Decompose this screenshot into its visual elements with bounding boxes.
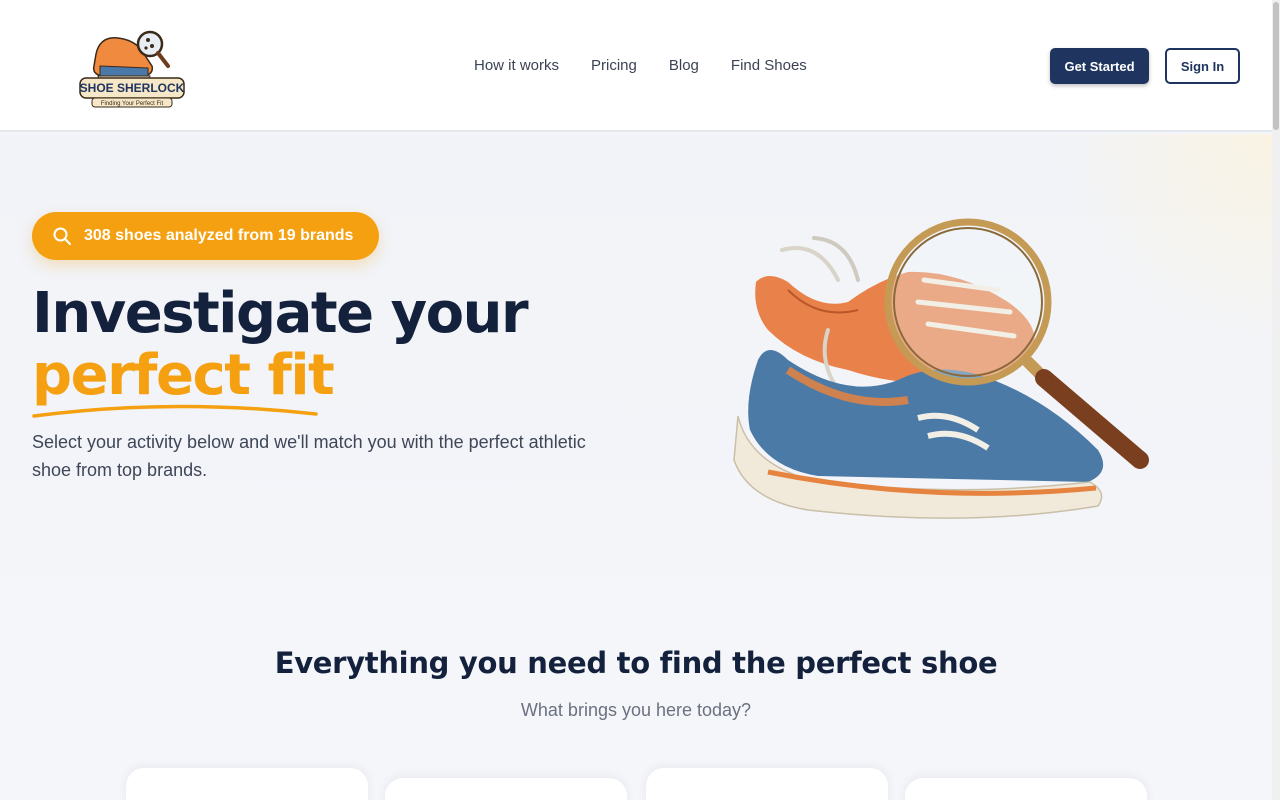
nav-how-it-works[interactable]: How it works — [474, 57, 559, 74]
main-nav: How it works Pricing Blog Find Shoes — [474, 57, 807, 74]
shoe-magnifier-image — [733, 218, 1149, 519]
activity-card[interactable] — [385, 778, 627, 800]
activity-card[interactable] — [646, 768, 888, 800]
logo[interactable]: SHOE SHERLOCK Finding Your Perfect Fit — [78, 26, 186, 110]
shoes-analyzed-badge: 308 shoes analyzed from 19 brands — [32, 212, 379, 260]
activity-card[interactable] — [905, 778, 1147, 800]
hero-title-line1: Investigate your — [32, 281, 529, 346]
section-title: Everything you need to find the perfect … — [274, 646, 998, 680]
page-scrollbar[interactable] — [1272, 0, 1280, 800]
scrollbar-thumb[interactable] — [1273, 2, 1279, 130]
badge-text: 308 shoes analyzed from 19 brands — [84, 227, 354, 244]
site-header: SHOE SHERLOCK Finding Your Perfect Fit H… — [0, 0, 1272, 132]
logo-tagline: Finding Your Perfect Fit — [101, 101, 164, 107]
sign-in-button[interactable]: Sign In — [1165, 48, 1240, 84]
nav-blog[interactable]: Blog — [669, 57, 699, 74]
logo-graphic: SHOE SHERLOCK Finding Your Perfect Fit — [79, 30, 185, 108]
activity-card[interactable] — [126, 768, 368, 800]
logo-title: SHOE SHERLOCK — [80, 81, 185, 95]
nav-pricing[interactable]: Pricing — [591, 57, 637, 74]
hero-subtitle: Select your activity below and we'll mat… — [32, 432, 586, 480]
section-subtitle: What brings you here today? — [520, 700, 752, 720]
search-icon — [53, 227, 71, 245]
nav-find-shoes[interactable]: Find Shoes — [731, 57, 807, 74]
title-underline — [32, 404, 318, 418]
get-started-button[interactable]: Get Started — [1050, 48, 1149, 84]
